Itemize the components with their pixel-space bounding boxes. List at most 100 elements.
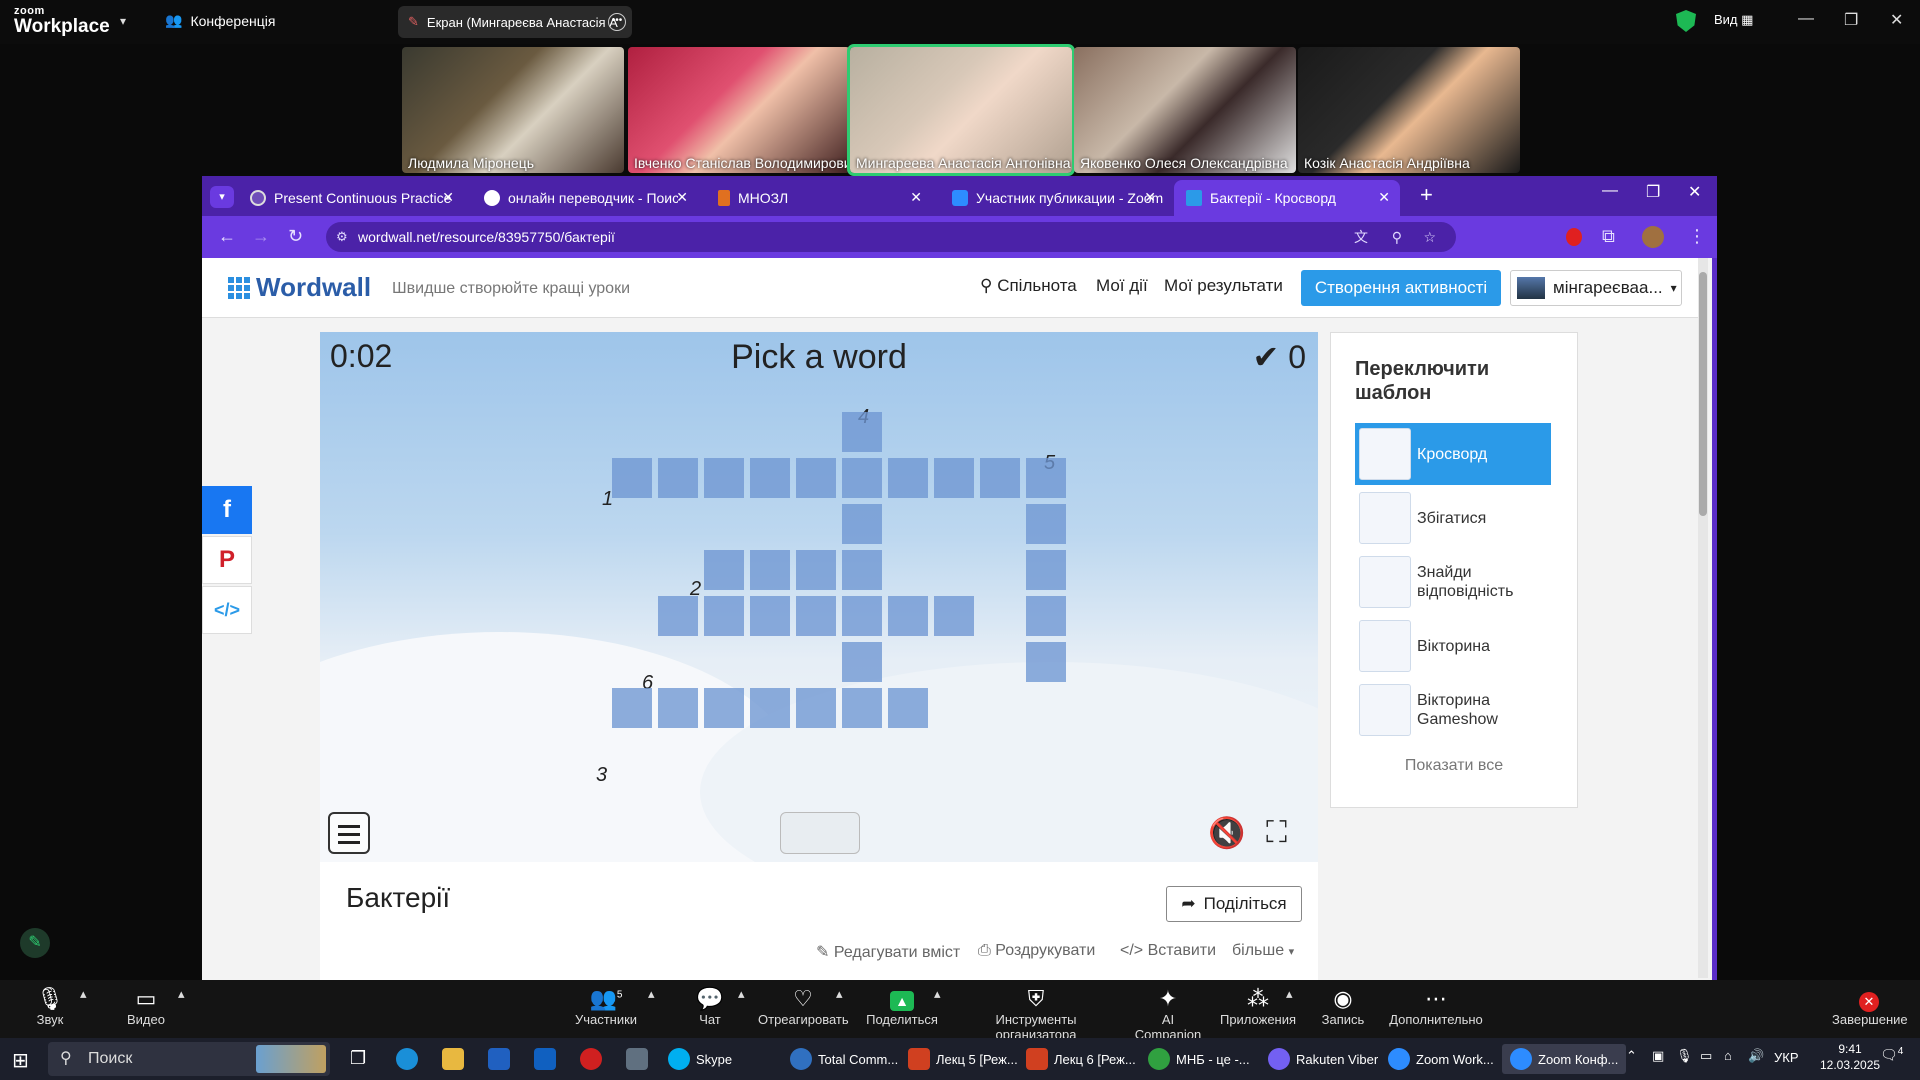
ai-companion-button[interactable]: ✦ AI Companion [1128,986,1208,1042]
tab-mnozl[interactable]: МНОЗЛ ✕ [706,180,932,216]
store-icon[interactable] [488,1048,510,1070]
more-icon[interactable]: ••• [608,13,626,31]
tray-meet-icon[interactable]: ▣ [1652,1048,1664,1064]
screen-share-pill[interactable]: ✎ Екран (Мингареєва Анастасія А ••• [398,6,632,38]
template-quiz[interactable]: Вікторина [1355,615,1551,677]
taskbar-viber[interactable]: Rakuten Viber [1268,1044,1378,1074]
template-match[interactable]: Збігатися [1355,487,1551,549]
close-icon[interactable]: ✕ [1688,182,1701,202]
extensions-icon[interactable]: ⧉ [1602,226,1615,247]
tray-mic-icon[interactable]: 🎙 [1676,1048,1693,1064]
outlook-icon[interactable] [534,1048,556,1070]
share-screen-button[interactable]: ▲ Поделиться [862,986,942,1027]
embed-code-icon[interactable]: </> [202,586,252,634]
taskbar-mnb[interactable]: МНБ - це -... [1148,1044,1250,1074]
chevron-up-icon[interactable]: ▴ [934,986,941,1002]
close-icon[interactable]: ✕ [910,189,922,206]
minimize-icon[interactable]: — [1798,10,1814,28]
keyboard-icon[interactable] [780,812,860,854]
more-button[interactable]: ⋯ Дополнительно [1388,986,1484,1027]
crossword-cell[interactable] [842,642,882,682]
chevron-up-icon[interactable]: ▴ [178,986,185,1002]
zoom-lens-icon[interactable]: ⚲ [1392,222,1402,252]
host-tools-button[interactable]: ⛨ Инструменты организатора [956,986,1116,1042]
crossword-cell[interactable] [796,688,836,728]
template-find-match[interactable]: Знайди відповідність [1355,551,1551,613]
crossword-cell[interactable] [1026,642,1066,682]
crossword-cell[interactable] [934,596,974,636]
crossword-cell[interactable] [842,504,882,544]
opera-icon[interactable] [580,1048,602,1070]
reload-icon[interactable]: ↻ [288,226,303,247]
wordwall-logo[interactable]: Wordwall [228,272,371,303]
minimize-icon[interactable]: — [1602,182,1618,200]
chevron-up-icon[interactable]: ▴ [80,986,87,1002]
forward-icon[interactable]: → [252,226,270,247]
scrollbar-thumb[interactable] [1699,272,1707,516]
windows-start-icon[interactable]: ⊞ [12,1048,29,1073]
crossword-cell[interactable] [704,596,744,636]
menu-button[interactable] [328,812,370,854]
extension-icon[interactable] [1566,228,1582,246]
pinterest-share-icon[interactable]: P [202,536,252,584]
template-gameshow[interactable]: Вікторина Gameshow [1355,679,1551,741]
close-icon[interactable]: ✕ [1378,189,1390,206]
crossword-cell[interactable] [888,596,928,636]
my-results-link[interactable]: Мої результати [1164,276,1283,296]
taskbar-search[interactable]: ⚲ Поиск [48,1042,330,1076]
chevron-up-icon[interactable]: ▴ [836,986,843,1002]
chat-button[interactable]: 💬 Чат [690,986,730,1027]
crossword-cell[interactable] [704,458,744,498]
close-icon[interactable]: ✕ [676,189,688,206]
crossword-cell[interactable] [1026,596,1066,636]
crossword-cell[interactable] [704,550,744,590]
chevron-up-icon[interactable]: ▴ [738,986,745,1002]
video-tile-active[interactable]: Мингареева Анастасія Антонівна [847,44,1075,176]
chevron-up-icon[interactable]: ▴ [648,986,655,1002]
crossword-cell[interactable] [842,412,882,452]
site-info-icon[interactable]: ⚙ [336,222,348,252]
star-icon[interactable]: ☆ [1423,222,1436,252]
create-activity-button[interactable]: Створення активності [1301,270,1501,306]
annotate-icon[interactable]: ✎ [20,928,50,958]
crossword-cell[interactable] [1026,504,1066,544]
back-icon[interactable]: ← [218,226,236,247]
calculator-icon[interactable] [626,1048,648,1070]
embed-link[interactable]: </> Вставити [1120,942,1216,960]
notifications-icon[interactable]: 🗨4 [1880,1046,1903,1064]
template-crossword[interactable]: Кросворд [1355,423,1551,485]
tray-volume-icon[interactable]: 🔊 [1748,1048,1764,1064]
edge-icon[interactable] [396,1048,418,1070]
close-icon[interactable]: ✕ [1144,189,1156,206]
record-button[interactable]: ◉ Запись [1318,986,1368,1027]
video-tile[interactable]: Івченко Станіслав Володимирович [628,47,850,173]
conference-menu[interactable]: 👥 Конференція [165,12,275,29]
video-tile[interactable]: Яковенко Олеся Олександрівна [1074,47,1296,173]
tab-present-continuous[interactable]: Present Continuous Practice ✕ [238,180,464,216]
close-icon[interactable]: ✕ [442,189,454,206]
restore-icon[interactable]: ❐ [1844,10,1858,30]
crossword-cell[interactable] [796,458,836,498]
participants-button[interactable]: 👥5 Участники [566,986,646,1027]
taskbar-lecture5[interactable]: Лекц 5 [Реж... [908,1044,1018,1074]
tab-bacteria-crossword[interactable]: Бактерії - Кросворд ✕ [1174,180,1400,216]
crossword-cell[interactable] [704,688,744,728]
audio-button[interactable]: 🎙 Звук [30,986,70,1027]
share-button[interactable]: ➦ Поділіться [1166,886,1302,922]
print-link[interactable]: ⎙ Роздрукувати [978,942,1095,960]
end-meeting-button[interactable]: ✕ Завершение [1832,986,1908,1027]
video-tile[interactable]: Людмила Міронець [402,47,624,173]
edit-content-link[interactable]: ✎ Редагувати вміст [816,942,960,962]
crossword-cell[interactable] [842,596,882,636]
game-area[interactable]: 0:02 Pick a word ✔ 0 1 2 3 4 5 6 🔇 ⛶ [320,332,1318,862]
translate-icon[interactable]: 文 [1354,222,1368,252]
crossword-cell[interactable] [980,458,1020,498]
taskbar-zoom-conference[interactable]: Zoom Конф... [1502,1044,1627,1074]
crossword-cell[interactable] [1026,550,1066,590]
mute-icon[interactable]: 🔇 [1208,816,1245,851]
profile-icon[interactable] [1642,226,1664,248]
crossword-cell[interactable] [658,458,698,498]
facebook-share-icon[interactable]: f [202,486,252,534]
task-view-icon[interactable]: ❐ [350,1048,366,1069]
tab-translator[interactable]: онлайн переводчик - Поиск в ✕ [472,180,698,216]
